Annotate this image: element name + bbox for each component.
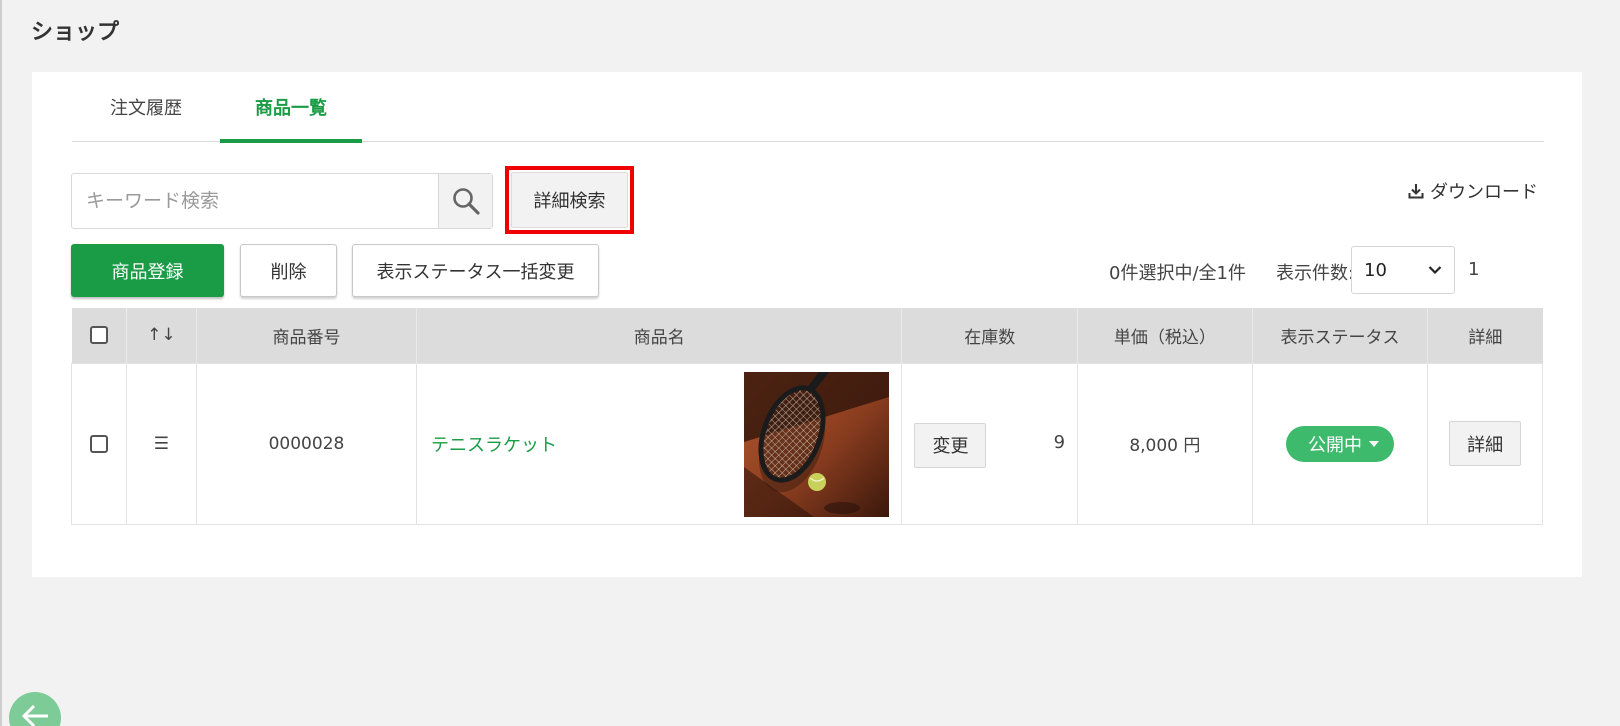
arrow-left-icon: [21, 704, 48, 726]
status-label: 公開中: [1307, 434, 1362, 456]
detail-header: 詳細: [1427, 308, 1543, 363]
tab-bar: 注文履歴 商品一覧: [72, 72, 1544, 143]
stock-header: 在庫数: [901, 308, 1078, 363]
product-name-cell: テニスラケット: [415, 362, 903, 525]
row-checkbox[interactable]: [89, 434, 108, 453]
table-header-row: ↑↓ 商品番号 商品名 在庫数 単価（税込） 表示ステータス 詳細: [71, 308, 1543, 363]
stock-count: 9: [1053, 431, 1066, 453]
status-cell: 公開中: [1251, 362, 1429, 525]
content-panel: 注文履歴 商品一覧 詳細検索 ダウンロード 商品登録 削除 表示ステータス一括変…: [32, 72, 1582, 577]
selection-count: 0件選択中/全1件: [1109, 263, 1246, 284]
download-icon: [1408, 184, 1424, 199]
select-all-checkbox[interactable]: [89, 326, 108, 345]
page-number[interactable]: 1: [1468, 259, 1479, 280]
download-label: ダウンロード: [1430, 182, 1538, 203]
download-link[interactable]: ダウンロード: [1408, 178, 1538, 204]
status-dropdown[interactable]: 公開中: [1285, 425, 1394, 462]
advanced-search-highlight: 詳細検索: [505, 166, 634, 234]
change-stock-button[interactable]: 変更: [914, 422, 987, 468]
sort-header[interactable]: ↑↓: [125, 308, 197, 363]
tab-order-history[interactable]: 注文履歴: [72, 72, 220, 142]
select-all-header: [71, 308, 127, 363]
per-page-select[interactable]: 10: [1351, 246, 1455, 294]
detail-cell: 詳細: [1427, 362, 1543, 525]
search-icon: [452, 188, 480, 215]
product-number: 0000028: [195, 362, 417, 525]
stock-cell: 変更 9: [901, 362, 1079, 525]
drag-handle[interactable]: ☰: [125, 362, 197, 525]
status-header: 表示ステータス: [1251, 308, 1428, 363]
chevron-down-icon: [1428, 266, 1442, 275]
keyword-search: [71, 173, 493, 229]
per-page-label: 表示件数:: [1276, 263, 1355, 284]
price-header: 単価（税込）: [1077, 308, 1253, 363]
back-button[interactable]: [9, 692, 61, 726]
tab-product-list[interactable]: 商品一覧: [220, 72, 362, 143]
product-name-header: 商品名: [415, 308, 902, 363]
page-title: ショップ: [31, 20, 120, 45]
unit-price: 8,000 円: [1077, 362, 1253, 525]
product-thumbnail: [744, 371, 890, 517]
delete-button[interactable]: 削除: [240, 244, 337, 297]
product-no-header: 商品番号: [195, 308, 417, 363]
row-select-cell: [71, 362, 127, 525]
caret-down-icon: [1368, 440, 1379, 447]
register-product-button[interactable]: 商品登録: [71, 244, 224, 297]
table-row: ☰ 0000028 テニスラケット 変更 9 8,000 円 公開中 詳細: [71, 362, 1543, 525]
bulk-status-change-button[interactable]: 表示ステータス一括変更: [352, 244, 599, 297]
search-button[interactable]: [438, 174, 492, 228]
detail-button[interactable]: 詳細: [1449, 421, 1522, 466]
search-input[interactable]: [72, 174, 438, 228]
product-name-link[interactable]: テニスラケット: [431, 435, 557, 456]
product-table: ↑↓ 商品番号 商品名 在庫数 単価（税込） 表示ステータス 詳細 ☰ 0000…: [71, 308, 1543, 525]
per-page-value: 10: [1364, 259, 1387, 281]
advanced-search-button[interactable]: 詳細検索: [511, 172, 628, 228]
